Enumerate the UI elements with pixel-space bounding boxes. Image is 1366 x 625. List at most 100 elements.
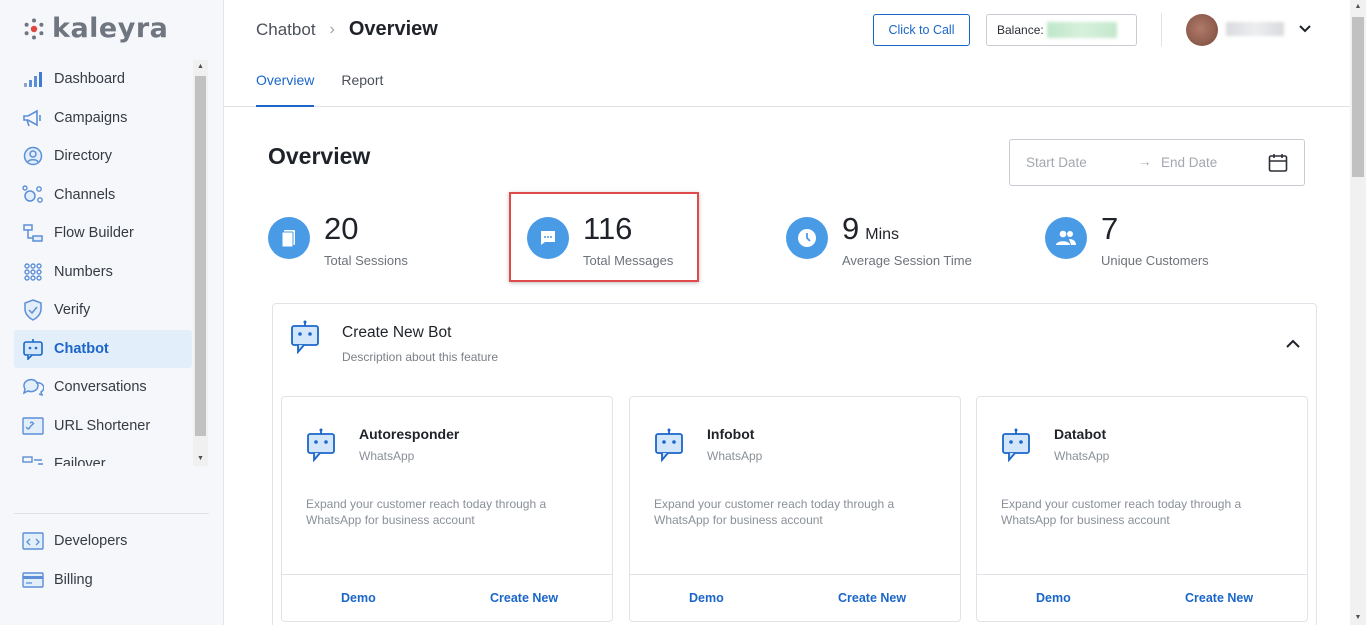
sidebar-item-directory[interactable]: Directory — [14, 137, 192, 176]
sidebar-bottom-nav: Developers Billing — [14, 522, 192, 599]
sidebar-item-label: Dashboard — [54, 71, 125, 88]
chevron-down-icon[interactable] — [1296, 20, 1314, 38]
scroll-down-icon[interactable]: ▼ — [1350, 611, 1366, 625]
page-title: Overview — [348, 18, 438, 40]
panel-description: Description about this feature — [342, 350, 499, 364]
link-icon — [22, 415, 44, 437]
top-bar: Chatbot › Overview Click to Call Balance… — [224, 0, 1350, 107]
sidebar-item-label: Channels — [54, 186, 116, 203]
chevron-right-icon: › — [329, 20, 335, 38]
page-scrollbar[interactable]: ▲ ▼ — [1350, 0, 1366, 625]
tab-report[interactable]: Report — [341, 72, 383, 107]
document-icon — [268, 217, 310, 259]
sidebar-item-url-shortener[interactable]: URL Shortener — [14, 407, 192, 446]
sidebar-scroll-thumb[interactable] — [195, 76, 206, 436]
tab-overview[interactable]: Overview — [256, 72, 315, 107]
sidebar-item-developers[interactable]: Developers — [14, 522, 192, 561]
bot-icon — [22, 338, 44, 360]
channels-icon — [22, 184, 44, 206]
stat-unit: Mins — [865, 226, 900, 243]
stat-unique-customers: 7 Unique Customers — [1045, 210, 1209, 268]
breadcrumb-parent[interactable]: Chatbot — [256, 20, 316, 40]
demo-link[interactable]: Demo — [689, 591, 724, 605]
failover-icon — [22, 453, 44, 466]
sidebar-item-label: Developers — [54, 533, 128, 550]
scroll-up-icon[interactable]: ▲ — [1350, 0, 1366, 14]
logo[interactable]: kaleyra — [22, 13, 168, 44]
sidebar-item-label: URL Shortener — [54, 417, 151, 434]
sidebar-item-channels[interactable]: Channels — [14, 176, 192, 215]
sidebar-item-label: Billing — [54, 571, 93, 588]
code-icon — [22, 530, 44, 552]
sidebar-item-label: Failover — [54, 456, 106, 466]
card-subtitle: WhatsApp — [707, 449, 763, 463]
sidebar-item-verify[interactable]: Verify — [14, 291, 192, 330]
card-subtitle: WhatsApp — [359, 449, 415, 463]
date-range-picker[interactable]: Start Date → End Date — [1009, 139, 1305, 186]
end-date-input[interactable]: End Date — [1161, 155, 1217, 170]
breadcrumb: Chatbot › Overview — [256, 18, 438, 41]
sidebar-item-label: Numbers — [54, 263, 113, 280]
sidebar: kaleyra Dashboard Campaigns Directory Ch… — [0, 0, 224, 625]
header-divider — [1161, 13, 1162, 46]
card-title: Infobot — [707, 426, 755, 442]
avatar[interactable] — [1186, 14, 1218, 46]
sidebar-item-campaigns[interactable]: Campaigns — [14, 99, 192, 138]
create-new-link[interactable]: Create New — [1185, 591, 1253, 605]
sidebar-item-billing[interactable]: Billing — [14, 561, 192, 600]
sidebar-item-label: Verify — [54, 302, 91, 319]
demo-link[interactable]: Demo — [341, 591, 376, 605]
users-icon — [1045, 217, 1087, 259]
balance-value-redacted — [1046, 22, 1117, 38]
scroll-down-icon[interactable]: ▼ — [193, 452, 208, 466]
stat-label: Total Sessions — [324, 253, 408, 268]
create-new-link[interactable]: Create New — [490, 591, 558, 605]
user-circle-icon — [22, 145, 44, 167]
card-description: Expand your customer reach today through… — [654, 497, 895, 527]
click-to-call-button[interactable]: Click to Call — [873, 14, 970, 46]
bot-card-autoresponder: Autoresponder WhatsApp Expand your custo… — [281, 396, 613, 622]
sidebar-item-label: Campaigns — [54, 109, 128, 126]
logo-text: kaleyra — [52, 13, 169, 44]
balance-display: Balance: — [986, 14, 1137, 46]
sidebar-item-failover[interactable]: Failover — [14, 445, 192, 466]
bot-card-infobot: Infobot WhatsApp Expand your customer re… — [629, 396, 961, 622]
stat-value: 20 — [324, 211, 359, 246]
sidebar-scrollbar[interactable]: ▲ ▼ — [193, 60, 208, 466]
stat-average-session-time: 9 Mins Average Session Time — [786, 210, 972, 268]
bot-icon — [1002, 428, 1030, 462]
start-date-input[interactable]: Start Date — [1026, 155, 1087, 170]
stat-value: 9 — [842, 211, 860, 246]
chevron-up-icon[interactable] — [1285, 336, 1301, 352]
calendar-icon[interactable] — [1268, 153, 1288, 173]
card-description: Expand your customer reach today through… — [1001, 497, 1242, 527]
scroll-up-icon[interactable]: ▲ — [193, 60, 208, 74]
sidebar-item-chatbot[interactable]: Chatbot — [14, 329, 192, 368]
bot-icon — [307, 428, 335, 462]
highlight-box — [509, 192, 699, 282]
username-redacted[interactable] — [1226, 22, 1284, 36]
card-divider — [977, 574, 1307, 575]
demo-link[interactable]: Demo — [1036, 591, 1071, 605]
create-new-link[interactable]: Create New — [838, 591, 906, 605]
megaphone-icon — [22, 107, 44, 129]
sidebar-item-dashboard[interactable]: Dashboard — [14, 60, 192, 99]
stat-value: 7 — [1101, 211, 1119, 246]
balance-label: Balance: — [997, 23, 1044, 37]
card-subtitle: WhatsApp — [1054, 449, 1110, 463]
sidebar-nav: Dashboard Campaigns Directory Channels F… — [14, 60, 192, 466]
card-icon — [22, 569, 44, 591]
bot-icon — [655, 428, 683, 462]
sidebar-item-conversations[interactable]: Conversations — [14, 368, 192, 407]
sidebar-item-flow-builder[interactable]: Flow Builder — [14, 214, 192, 253]
bot-card-databot: Databot WhatsApp Expand your customer re… — [976, 396, 1308, 622]
tab-bar: Overview Report — [256, 72, 410, 107]
page-scroll-thumb[interactable] — [1352, 17, 1364, 177]
bar-chart-icon — [22, 68, 44, 90]
sidebar-item-numbers[interactable]: Numbers — [14, 253, 192, 292]
stat-label: Unique Customers — [1101, 253, 1209, 268]
app-root: kaleyra Dashboard Campaigns Directory Ch… — [0, 0, 1366, 625]
sidebar-item-label: Flow Builder — [54, 225, 134, 242]
bot-icon — [291, 320, 319, 354]
card-divider — [630, 574, 960, 575]
